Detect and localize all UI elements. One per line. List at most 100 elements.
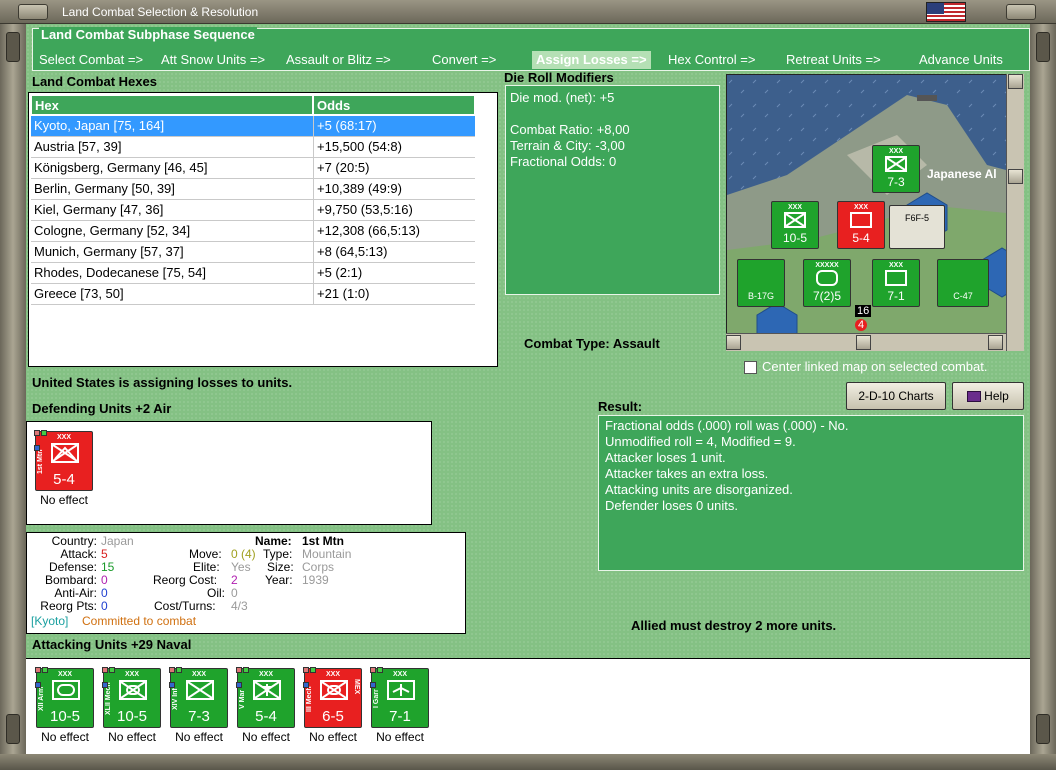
hex-row-name[interactable]: Munich, Germany [57, 37]: [31, 242, 313, 263]
unit-counter-1st-mtn[interactable]: XXX 1st Mtn 5-4: [35, 431, 93, 491]
die-roll-label: Die Roll Modifiers: [504, 70, 614, 85]
unit-effect: No effect: [309, 730, 357, 744]
unit-counter-v-mar[interactable]: XXX V Mar 5-4: [237, 668, 295, 728]
linked-map[interactable]: Japanese Al XXX 7-3 XXX 10-5 XXX 5-4 XXXXX 7…: [726, 74, 1024, 351]
reorgpts-key: Reorg Pts:: [40, 599, 97, 613]
hex-row-name[interactable]: Greece [73, 50]: [31, 284, 313, 305]
charts-button[interactable]: 2-D-10 Charts: [846, 382, 946, 410]
step-hex-control[interactable]: Hex Control =>: [664, 51, 759, 69]
hex-column-header[interactable]: Hex: [31, 95, 313, 115]
map-vertical-scrollbar[interactable]: [1006, 74, 1024, 351]
right-rail: [1030, 24, 1056, 754]
help-label: Help: [984, 389, 1009, 403]
unit-status-icons: [370, 661, 390, 688]
help-button[interactable]: Help: [952, 382, 1024, 410]
attacking-units-label: Attacking Units +29 Naval: [32, 637, 192, 652]
unit-status-icons: [303, 661, 323, 688]
unit-counter-xii-arm[interactable]: XXX XII Arm 10-5: [36, 668, 94, 728]
unit-symbol-icon: [51, 443, 79, 463]
us-flag-icon: [926, 2, 966, 22]
land-combat-hexes-label: Land Combat Hexes: [32, 74, 157, 89]
scroll-thumb[interactable]: [856, 335, 871, 350]
die-line: Terrain & City: -3,00: [510, 138, 625, 153]
hex-row-name[interactable]: Kiel, Germany [47, 36]: [31, 200, 313, 221]
map-counter-strength: 7-3: [887, 175, 905, 189]
window-menu-button[interactable]: [18, 4, 48, 20]
result-line: Fractional odds (.000) roll was (.000) -…: [605, 418, 849, 433]
unit-effect: No effect: [41, 730, 89, 744]
hex-row-name[interactable]: Austria [57, 39]: [31, 137, 313, 158]
map-counter-strength: B-17G: [747, 291, 774, 301]
unit-effect: No effect: [242, 730, 290, 744]
hex-row-odds[interactable]: +21 (1:0): [313, 284, 475, 305]
costturns-key: Cost/Turns:: [154, 599, 216, 613]
reorgpts-value: 0: [101, 599, 108, 613]
unit-strength: 5-4: [255, 708, 277, 725]
map-horizontal-scrollbar[interactable]: [726, 333, 1006, 351]
step-assign-losses[interactable]: Assign Losses =>: [532, 51, 651, 69]
step-select-combat[interactable]: Select Combat =>: [35, 51, 147, 69]
map-counter-strength: 7-1: [887, 289, 905, 303]
hex-row-name[interactable]: Rhodes, Dodecanese [75, 54]: [31, 263, 313, 284]
location-value: [Kyoto]: [31, 614, 69, 628]
scroll-up-button[interactable]: [1008, 74, 1023, 89]
step-convert[interactable]: Convert =>: [428, 51, 500, 69]
unit-symbol-icon: [253, 680, 281, 700]
map-counter-strength: 5-4: [852, 231, 870, 245]
close-button[interactable]: [1006, 4, 1036, 20]
hex-row-odds[interactable]: +8 (64,5:13): [313, 242, 475, 263]
unit-counter-iii-mech[interactable]: XXX III Mech MEX 6-5: [304, 668, 362, 728]
hex-row-odds[interactable]: +5 (68:17): [313, 116, 475, 137]
step-assault-blitz[interactable]: Assault or Blitz =>: [282, 51, 395, 69]
map-stack-count: 16: [855, 305, 872, 317]
map-counter-strength: F6F-5: [904, 213, 929, 223]
costturns-value: 4/3: [231, 599, 248, 613]
hex-row-odds[interactable]: +12,308 (66,5:13): [313, 221, 475, 242]
map-counter-1st-mtn[interactable]: XXX 5-4: [837, 201, 885, 249]
hex-row-name[interactable]: Berlin, Germany [50, 39]: [31, 179, 313, 200]
die-line: Fractional Odds: 0: [510, 154, 617, 169]
hex-row-odds[interactable]: +5 (2:1): [313, 263, 475, 284]
scroll-thumb[interactable]: [1008, 169, 1023, 184]
subphase-sequence: Land Combat Subphase Sequence Select Com…: [32, 27, 1030, 71]
map-counter-f6f5[interactable]: F6F-5: [889, 205, 945, 249]
unit-status-icons: [169, 661, 189, 688]
unit-symbol-icon: [119, 680, 147, 700]
title-bar: Land Combat Selection & Resolution: [0, 0, 1056, 24]
hex-row-name[interactable]: Cologne, Germany [52, 34]: [31, 221, 313, 242]
hex-row-odds[interactable]: +15,500 (54:8): [313, 137, 475, 158]
unit-status-icons: [102, 661, 122, 688]
allied-message: Allied must destroy 2 more units.: [631, 618, 837, 633]
unit-counter-xlii-mech[interactable]: XXX XLII Mech 10-5: [103, 668, 161, 728]
year-value: 1939: [302, 573, 329, 587]
status-message: United States is assigning losses to uni…: [32, 375, 293, 390]
scroll-right-button[interactable]: [988, 335, 1003, 350]
bottom-rail: [0, 754, 1056, 770]
step-att-snow[interactable]: Att Snow Units =>: [157, 51, 269, 69]
hex-row-name[interactable]: Kyoto, Japan [75, 164]: [31, 116, 313, 137]
map-counter-b17g[interactable]: B-17G: [737, 259, 785, 307]
hex-row-odds[interactable]: +10,389 (49:9): [313, 179, 475, 200]
hex-row-odds[interactable]: +7 (20:5): [313, 158, 475, 179]
unit-effect: No effect: [108, 730, 156, 744]
result-line: Attacking units are disorganized.: [605, 482, 793, 497]
map-counter-pitt-ghunts[interactable]: XXXXX 7(2)5: [803, 259, 851, 307]
scroll-left-button[interactable]: [726, 335, 741, 350]
map-counter-xiv-inf[interactable]: XXX 7-3: [872, 145, 920, 193]
odds-column-header[interactable]: Odds: [313, 95, 475, 115]
unit-counter-xiv-inf[interactable]: XXX XIV Inf 7-3: [170, 668, 228, 728]
hex-row-name[interactable]: Königsberg, Germany [46, 45]: [31, 158, 313, 179]
result-line: Attacker loses 1 unit.: [605, 450, 726, 465]
step-retreat-units[interactable]: Retreat Units =>: [782, 51, 885, 69]
hex-row-odds[interactable]: +9,750 (53,5:16): [313, 200, 475, 221]
unit-counter-i-garr[interactable]: XXX I Garr 7-1: [371, 668, 429, 728]
map-counter-xlii-mech[interactable]: XXX 10-5: [771, 201, 819, 249]
unit-tag: MEX: [353, 679, 360, 695]
step-advance-units[interactable]: Advance Units: [915, 51, 1007, 69]
center-linked-checkbox[interactable]: [744, 361, 757, 374]
unit-effect: No effect: [40, 493, 88, 507]
map-counter-c47[interactable]: C-47: [937, 259, 989, 307]
die-line: Die mod. (net): +5: [510, 90, 615, 105]
map-counter-i-garr[interactable]: XXX 7-1: [872, 259, 920, 307]
unit-strength: 7-1: [389, 708, 411, 725]
